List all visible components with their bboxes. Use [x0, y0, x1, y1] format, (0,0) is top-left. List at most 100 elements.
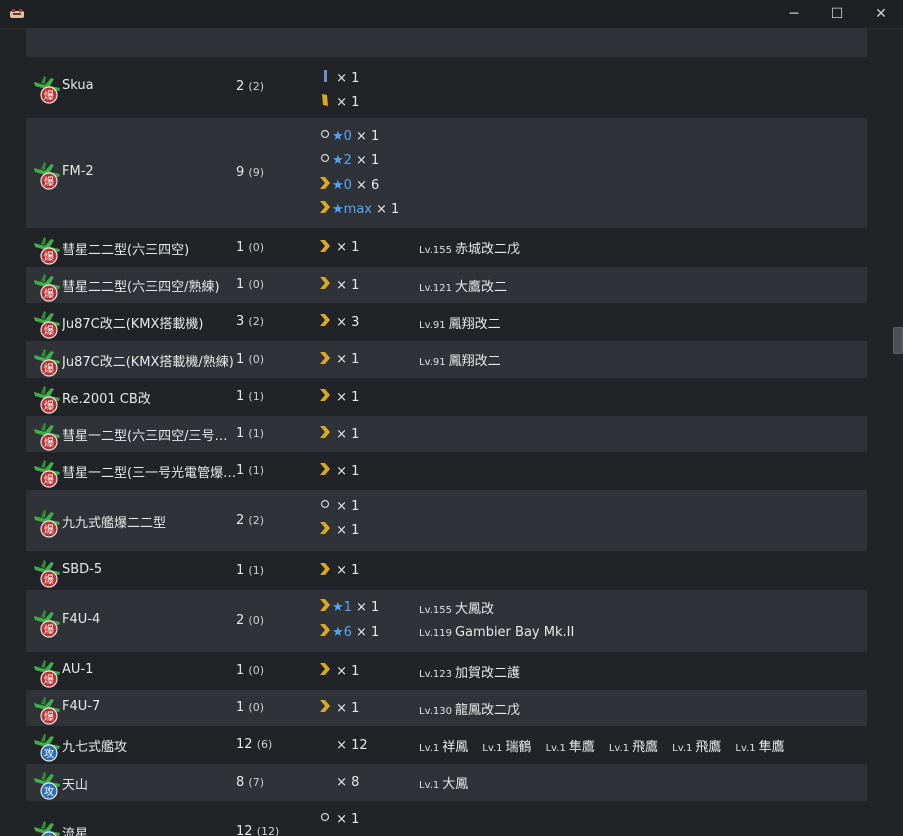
equipment-name: Ju87C改二(KMX搭載機/熟練) — [62, 354, 234, 370]
improvement-qty: × 12 — [336, 737, 368, 753]
table-row: 爆 F4U-4 2 (0) ★1 × 1 ★6 × 1 Lv.155 大鳳改 Lv.119 Gam… — [26, 590, 867, 652]
table-row: 爆 SBD-5 1 (1) × 1 — [26, 552, 867, 589]
svg-text:爆: 爆 — [44, 325, 54, 337]
app-icon — [10, 9, 24, 18]
ship-entry[interactable]: Lv.1 飛鷹 — [672, 736, 721, 755]
dive-bomber-icon: 爆 — [31, 346, 63, 378]
title-bar: ─ ☐ ✕ — [0, 0, 903, 29]
count-unequipped: (12) — [256, 825, 280, 836]
chevron-icon — [318, 699, 332, 717]
ship-entry[interactable]: Lv.1 大鳳 — [419, 773, 468, 792]
improvement-entry: × 1 — [318, 698, 359, 718]
dive-bomber-icon: 爆 — [31, 159, 63, 191]
svg-text:攻: 攻 — [44, 747, 54, 760]
count-unequipped: (1) — [248, 427, 265, 440]
dive-bomber-icon: 爆 — [31, 457, 63, 489]
chevron-icon — [318, 313, 332, 331]
ship-entry[interactable]: Lv.119 Gambier Bay Mk.II — [419, 625, 574, 640]
count-unequipped: (1) — [248, 464, 265, 477]
ship-entry[interactable]: Lv.155 赤城改二戊 — [419, 238, 520, 257]
improvement-entry: × 8 — [318, 773, 359, 793]
equipment-name: AU-1 — [62, 662, 94, 677]
equipment-name: SBD-5 — [62, 561, 103, 577]
equipment-count: 1 (0) — [236, 240, 264, 255]
ship-entry[interactable]: Lv.123 加賀改二護 — [419, 662, 520, 681]
equipment-name: Skua — [62, 78, 94, 93]
improvement-entry: × 1 — [318, 275, 359, 295]
chevron-icon — [318, 425, 332, 443]
table-row: 爆 Ju87C改二(KMX搭載機/熟練) 1 (0) × 1 Lv.91 鳳翔改二 — [26, 341, 867, 378]
ship-name: 鳳翔改二 — [448, 354, 501, 369]
ship-entry[interactable]: Lv.1 祥鳳 — [419, 736, 468, 755]
ship-level: Lv.1 — [545, 742, 566, 754]
dive-bomber-icon: 爆 — [31, 308, 63, 340]
improvement-entry: × 1 — [318, 238, 359, 258]
ship-entry[interactable]: Lv.130 龍鳳改二戊 — [419, 699, 520, 718]
count-unequipped: (0) — [248, 352, 265, 366]
improvement-entry: × 1 — [318, 68, 359, 88]
svg-text:爆: 爆 — [44, 574, 54, 586]
equipment-name: F4U-4 — [62, 612, 101, 627]
ship-entry[interactable]: Lv.155 大鳳改 — [419, 598, 494, 617]
bar-gold-icon — [318, 93, 332, 111]
ship-entry[interactable]: Lv.1 隼鷹 — [546, 736, 595, 755]
count-total: 1 — [236, 389, 245, 404]
ship-list: Lv.91 鳳翔改二 — [419, 312, 515, 332]
count-unequipped: (2) — [248, 513, 265, 527]
equipment-name: Re.2001 CB改 — [62, 392, 151, 407]
improvement-qty: × 1 — [336, 563, 360, 578]
count-total: 1 — [236, 700, 245, 715]
svg-text:爆: 爆 — [44, 624, 54, 636]
ship-entry[interactable]: Lv.1 瑞鶴 — [482, 736, 531, 755]
ship-entry[interactable]: Lv.91 鳳翔改二 — [419, 313, 501, 332]
count-unequipped: (9) — [248, 166, 265, 179]
table-row: 爆 彗星二二型(六三四空/熟練) 1 (0) × 1 Lv.121 大鷹改二 — [26, 267, 867, 303]
ship-name: 大鷹改二 — [454, 279, 507, 295]
table-row: 爆 彗星一二型(六三四空/三号… 1 (1) × 1 — [26, 416, 867, 452]
improvement-entry: × 1 — [318, 461, 359, 481]
improvement-entry: × 1 — [318, 350, 359, 370]
improvement-star: ★2 — [332, 152, 352, 168]
improvement-entry: ★6 × 1 — [318, 622, 379, 642]
count-total: 1 — [236, 277, 245, 292]
ship-entry[interactable]: Lv.1 飛鷹 — [609, 736, 658, 755]
ship-level: Lv.155 — [419, 604, 452, 616]
chevron-icon — [318, 351, 332, 369]
close-button[interactable]: ✕ — [859, 0, 903, 28]
svg-text:爆: 爆 — [44, 524, 54, 536]
equipment-name: 彗星二二型(六三四空) — [62, 242, 190, 258]
ship-list: Lv.1 大鳳 — [419, 773, 482, 793]
circle-icon — [318, 810, 332, 828]
ship-entry[interactable]: Lv.121 大鷹改二 — [419, 276, 507, 295]
improvement-qty: × 1 — [336, 426, 360, 442]
ship-level: Lv.155 — [419, 245, 452, 256]
ship-list: Lv.119 Gambier Bay Mk.II — [419, 622, 588, 642]
maximize-button[interactable]: ☐ — [815, 0, 859, 28]
count-unequipped: (0) — [248, 664, 265, 677]
improvement-star: ★0 — [332, 177, 352, 193]
table-row: 攻 流星 12 (12) × 1 — [26, 802, 867, 836]
improvement-entry: ★2 × 1 — [318, 150, 379, 170]
ship-entry[interactable]: Lv.91 鳳翔改二 — [419, 350, 501, 369]
scrollbar-thumb[interactable] — [893, 327, 903, 354]
improvement-star: ★0 — [332, 128, 352, 144]
table-row: 攻 九七式艦攻 12 (6) × 12 Lv.1 祥鳳 Lv.1 瑞鶴 Lv.1 隼鷹 Lv.1… — [26, 727, 867, 763]
improvement-qty: × 1 — [336, 663, 360, 679]
chevron-icon — [318, 598, 332, 616]
ship-name: 大鳳 — [442, 777, 469, 792]
ship-level: Lv.1 — [419, 780, 440, 791]
table-row: 爆 AU-1 1 (0) × 1 Lv.123 加賀改二護 — [26, 653, 867, 689]
improvement-qty: × 1 — [336, 522, 360, 538]
chevron-icon — [318, 200, 332, 218]
dive-bomber-icon: 爆 — [31, 694, 63, 726]
minimize-button[interactable]: ─ — [772, 0, 816, 28]
ship-level: Lv.1 — [735, 742, 756, 754]
chevron-icon — [318, 623, 332, 641]
ship-name: 飛鷹 — [695, 739, 722, 755]
equipment-count: 1 (1) — [236, 389, 264, 404]
improvement-qty: × 1 — [336, 498, 360, 514]
chevron-icon — [318, 239, 332, 257]
ship-entry[interactable]: Lv.1 隼鷹 — [735, 736, 784, 755]
equipment-count: 12 (12) — [236, 824, 279, 836]
svg-text:攻: 攻 — [44, 785, 54, 798]
